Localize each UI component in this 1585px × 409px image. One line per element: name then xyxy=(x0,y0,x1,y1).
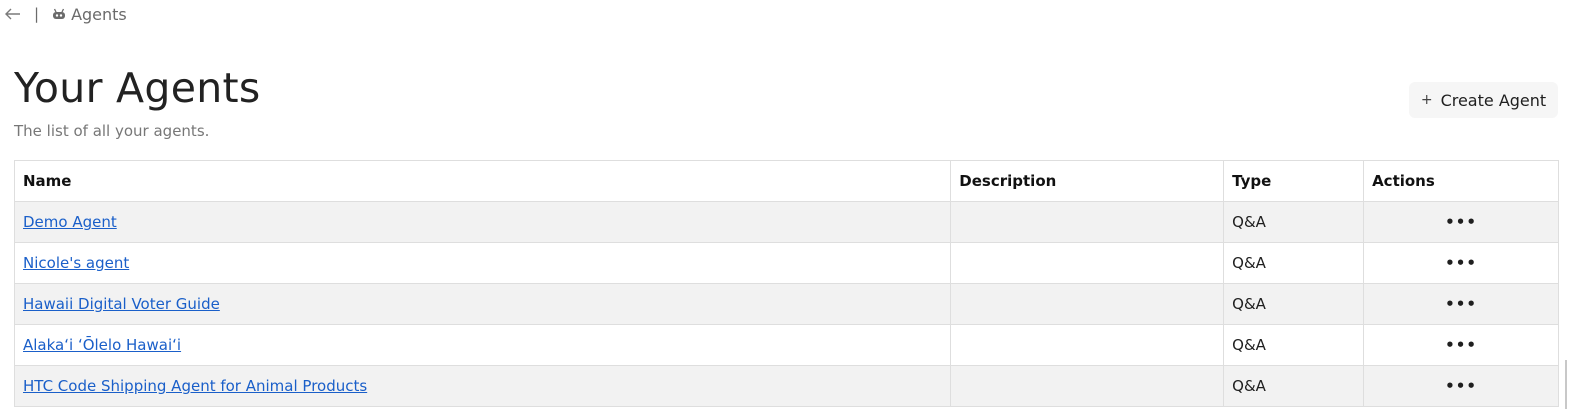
cell-description xyxy=(950,283,1225,325)
more-actions-icon[interactable]: ••• xyxy=(1445,377,1477,395)
agent-link[interactable]: HTC Code Shipping Agent for Animal Produ… xyxy=(23,377,367,395)
table-row: Nicole's agent Q&A ••• xyxy=(13,242,1559,284)
more-actions-icon[interactable]: ••• xyxy=(1445,254,1477,272)
plus-icon: + xyxy=(1420,92,1433,108)
cell-type: Q&A xyxy=(1223,283,1365,325)
robot-icon xyxy=(51,6,67,22)
cell-description xyxy=(950,242,1225,284)
more-actions-icon[interactable]: ••• xyxy=(1445,213,1477,231)
back-arrow-icon[interactable] xyxy=(4,5,22,23)
cell-description xyxy=(950,365,1225,407)
cell-name: Demo Agent xyxy=(13,201,952,243)
breadcrumb[interactable]: Agents xyxy=(51,5,127,24)
cell-actions: ••• xyxy=(1363,324,1559,366)
agent-link[interactable]: Alakaʻi ʻŌlelo Hawaiʻi xyxy=(23,336,181,354)
page-subtitle: The list of all your agents. xyxy=(14,122,210,140)
cell-description xyxy=(950,201,1225,243)
cell-description xyxy=(950,324,1225,366)
column-header-type[interactable]: Type xyxy=(1223,160,1365,202)
breadcrumb-label: Agents xyxy=(71,4,127,24)
table-header-row: Name Description Type Actions xyxy=(13,160,1559,202)
top-nav: | Agents xyxy=(4,2,127,26)
create-agent-label: Create Agent xyxy=(1440,90,1547,110)
cell-name: Hawaii Digital Voter Guide xyxy=(13,283,952,325)
cell-type: Q&A xyxy=(1223,242,1365,284)
table-row: Hawaii Digital Voter Guide Q&A ••• xyxy=(13,283,1559,325)
cell-actions: ••• xyxy=(1363,283,1559,325)
cell-actions: ••• xyxy=(1363,201,1559,243)
cell-name: HTC Code Shipping Agent for Animal Produ… xyxy=(13,365,952,407)
cell-name: Nicole's agent xyxy=(13,242,952,284)
create-agent-button[interactable]: + Create Agent xyxy=(1409,82,1558,118)
column-header-name[interactable]: Name xyxy=(13,160,952,202)
table-row: HTC Code Shipping Agent for Animal Produ… xyxy=(13,365,1559,407)
more-actions-icon[interactable]: ••• xyxy=(1445,336,1477,354)
agent-link[interactable]: Demo Agent xyxy=(23,213,117,231)
cell-type: Q&A xyxy=(1223,324,1365,366)
breadcrumb-separator: | xyxy=(34,5,40,23)
column-header-description[interactable]: Description xyxy=(950,160,1225,202)
agent-link[interactable]: Nicole's agent xyxy=(23,254,129,272)
cell-actions: ••• xyxy=(1363,365,1559,407)
page-title: Your Agents xyxy=(14,64,261,112)
cell-type: Q&A xyxy=(1223,201,1365,243)
cell-name: Alakaʻi ʻŌlelo Hawaiʻi xyxy=(13,324,952,366)
agent-link[interactable]: Hawaii Digital Voter Guide xyxy=(23,295,220,313)
column-header-actions: Actions xyxy=(1363,160,1559,202)
table-row: Alakaʻi ʻŌlelo Hawaiʻi Q&A ••• xyxy=(13,324,1559,366)
scrollbar[interactable] xyxy=(1565,360,1567,409)
more-actions-icon[interactable]: ••• xyxy=(1445,295,1477,313)
table-row: Demo Agent Q&A ••• xyxy=(13,201,1559,243)
cell-type: Q&A xyxy=(1223,365,1365,407)
cell-actions: ••• xyxy=(1363,242,1559,284)
agents-table: Name Description Type Actions Demo Agent… xyxy=(13,160,1559,407)
